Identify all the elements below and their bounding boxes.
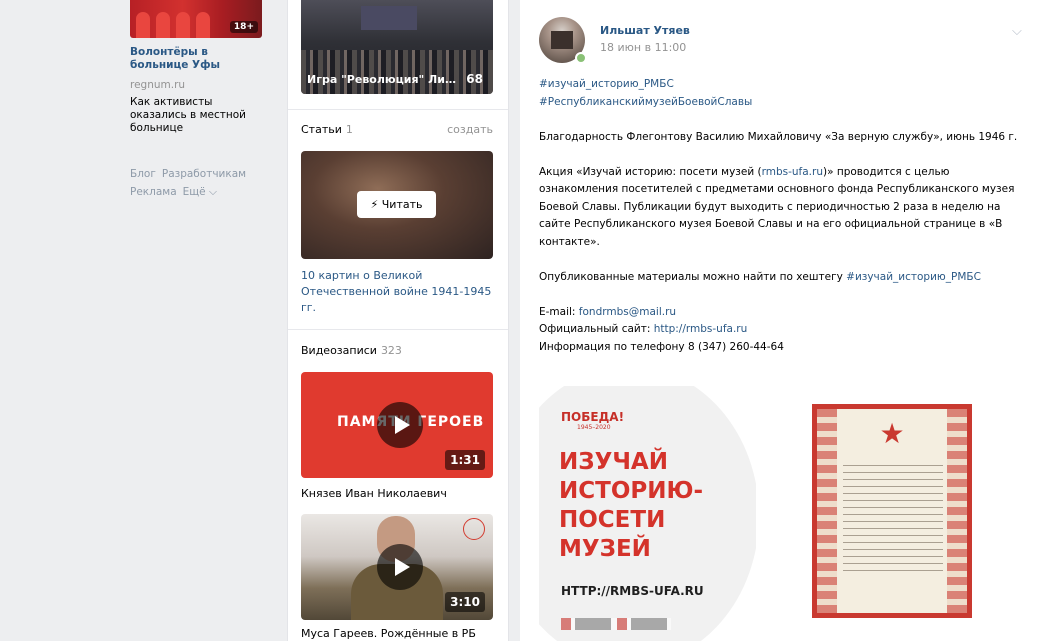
promo-headline: ИЗУЧАЙ ИСТОРИЮ- ПОСЕТИ МУЗЕЙ: [559, 448, 703, 564]
middle-column: Игра "Революция" Лице... 68 Статьи 1 созд…: [287, 0, 509, 641]
certificate-text-lines: [843, 465, 943, 575]
article-thumbnail[interactable]: ⚡ Читать: [301, 151, 493, 259]
album-photo-screen: [361, 6, 417, 30]
article-title[interactable]: 10 картин о Великой Отечественной войне …: [301, 268, 497, 316]
post-text-fragment: Опубликованные материалы можно найти по …: [539, 270, 847, 283]
certificate-banner: [947, 409, 967, 613]
ad-domain: regnum.ru: [130, 79, 186, 91]
promo-headline-line: ИЗУЧАЙ: [559, 449, 668, 475]
emblem-icon: [463, 518, 485, 540]
email-link[interactable]: fondrmbs@mail.ru: [579, 306, 676, 318]
articles-header-label: Статьи: [301, 123, 342, 136]
read-button[interactable]: ⚡ Читать: [357, 191, 436, 218]
ad-image-figure: [196, 12, 210, 38]
promo-image[interactable]: ПОБЕДА! 1945–2020 ИЗУЧАЙ ИСТОРИЮ- ПОСЕТИ…: [539, 386, 756, 641]
post-paragraph: Акция «Изучай историю: посети музей (rmb…: [539, 164, 1029, 252]
album-caption: Игра "Революция" Лице...: [307, 73, 459, 86]
post-paragraph: Благодарность Флегонтову Василию Михайло…: [539, 130, 1018, 143]
ad-image[interactable]: 18+: [130, 0, 262, 38]
footer-link-blog[interactable]: Блог: [130, 168, 156, 180]
divider: [288, 329, 508, 330]
left-column: 18+ Волонтёры в больнице Уфы regnum.ru К…: [0, 0, 262, 641]
lightning-icon: ⚡: [370, 198, 379, 211]
hashtag-link[interactable]: #изучай_историю_РМБС: [539, 78, 674, 90]
wall-post: Ильшат Утяев 18 июн в 11:00 ⌵ #изучай_ис…: [520, 0, 1038, 641]
site-label: Официальный сайт:: [539, 323, 654, 335]
post-paragraph: Опубликованные материалы можно найти по …: [539, 269, 1029, 287]
play-icon[interactable]: [377, 402, 423, 448]
phone-line: Информация по телефону 8 (347) 260-44-64: [539, 340, 784, 353]
promo-pobeda-logo: ПОБЕДА!: [561, 410, 625, 424]
document-image[interactable]: ★: [782, 386, 1038, 641]
age-badge: 18+: [229, 21, 258, 33]
post-text: #изучай_историю_РМБС #Республиканскиймуз…: [539, 76, 1029, 356]
divider: [288, 109, 508, 110]
album-count: 68: [466, 72, 483, 86]
create-article-link[interactable]: создать: [447, 123, 493, 136]
hashtag-link[interactable]: #РеспубликанскиймузейБоевойСлавы: [539, 96, 752, 108]
avatar-photo-building: [551, 31, 573, 49]
promo-headline-line: ПОСЕТИ: [559, 507, 666, 533]
ad-title[interactable]: Волонтёры в больнице Уфы: [130, 46, 262, 72]
post-author[interactable]: Ильшат Утяев: [600, 24, 690, 37]
articles-count: 1: [345, 123, 353, 136]
videos-header-label: Видеозаписи: [301, 344, 377, 357]
video-thumbnail[interactable]: ПАМЯТИ ГЕРОЕВ 1:31: [301, 372, 493, 478]
ad-image-figure: [176, 12, 190, 38]
certificate-scan: ★: [812, 404, 972, 618]
email-label: E-mail:: [539, 305, 579, 318]
post-date[interactable]: 18 июн в 11:00: [600, 41, 686, 54]
ad-description: Как активисты оказались в местной больни…: [130, 96, 246, 134]
footer-link-more[interactable]: Ещё ⌵: [183, 186, 217, 198]
chevron-down-icon[interactable]: ⌵: [1012, 24, 1022, 39]
ad-image-figure: [156, 12, 170, 38]
footer-link-developers[interactable]: Разработчикам: [162, 168, 246, 180]
video-duration: 1:31: [445, 450, 485, 470]
post-text-fragment: Акция «Изучай историю: посети музей (: [539, 165, 762, 178]
promo-headline-line: ИСТОРИЮ-: [559, 478, 704, 504]
certificate-banner: [817, 409, 837, 613]
online-status-icon: [575, 52, 587, 64]
footer-links: Блог Разработчикам Реклама Ещё ⌵: [130, 165, 262, 201]
site-line: Официальный сайт: http://rmbs-ufa.ru: [539, 321, 1029, 339]
videos-count: 323: [380, 344, 402, 357]
play-icon[interactable]: [377, 544, 423, 590]
articles-header[interactable]: Статьи 1: [301, 123, 353, 136]
video-title[interactable]: Князев Иван Николаевич: [301, 487, 447, 500]
video-title[interactable]: Муса Гареев. Рождённые в РБ: [301, 627, 476, 640]
album-photo-crowd: [301, 50, 493, 94]
read-button-label: Читать: [381, 198, 423, 211]
promo-headline-line: МУЗЕЙ: [559, 536, 651, 562]
ad-image-figure: [136, 12, 150, 38]
album-thumbnail[interactable]: Игра "Революция" Лице... 68: [301, 0, 493, 94]
site-link[interactable]: http://rmbs-ufa.ru: [654, 323, 748, 335]
hashtag-link[interactable]: #изучай_историю_РМБС: [846, 271, 981, 283]
site-link[interactable]: rmbs-ufa.ru: [762, 166, 823, 178]
promo-url: HTTP://RMBS-UFA.RU: [561, 584, 704, 598]
promo-years: 1945–2020: [577, 424, 611, 431]
partner-logos: [561, 618, 671, 630]
email-line: E-mail: fondrmbs@mail.ru: [539, 304, 1029, 322]
video-duration: 3:10: [445, 592, 485, 612]
footer-link-ads[interactable]: Реклама: [130, 186, 177, 198]
video-thumbnail[interactable]: 3:10: [301, 514, 493, 620]
videos-header[interactable]: Видеозаписи 323: [301, 344, 402, 357]
star-icon: ★: [879, 417, 905, 450]
